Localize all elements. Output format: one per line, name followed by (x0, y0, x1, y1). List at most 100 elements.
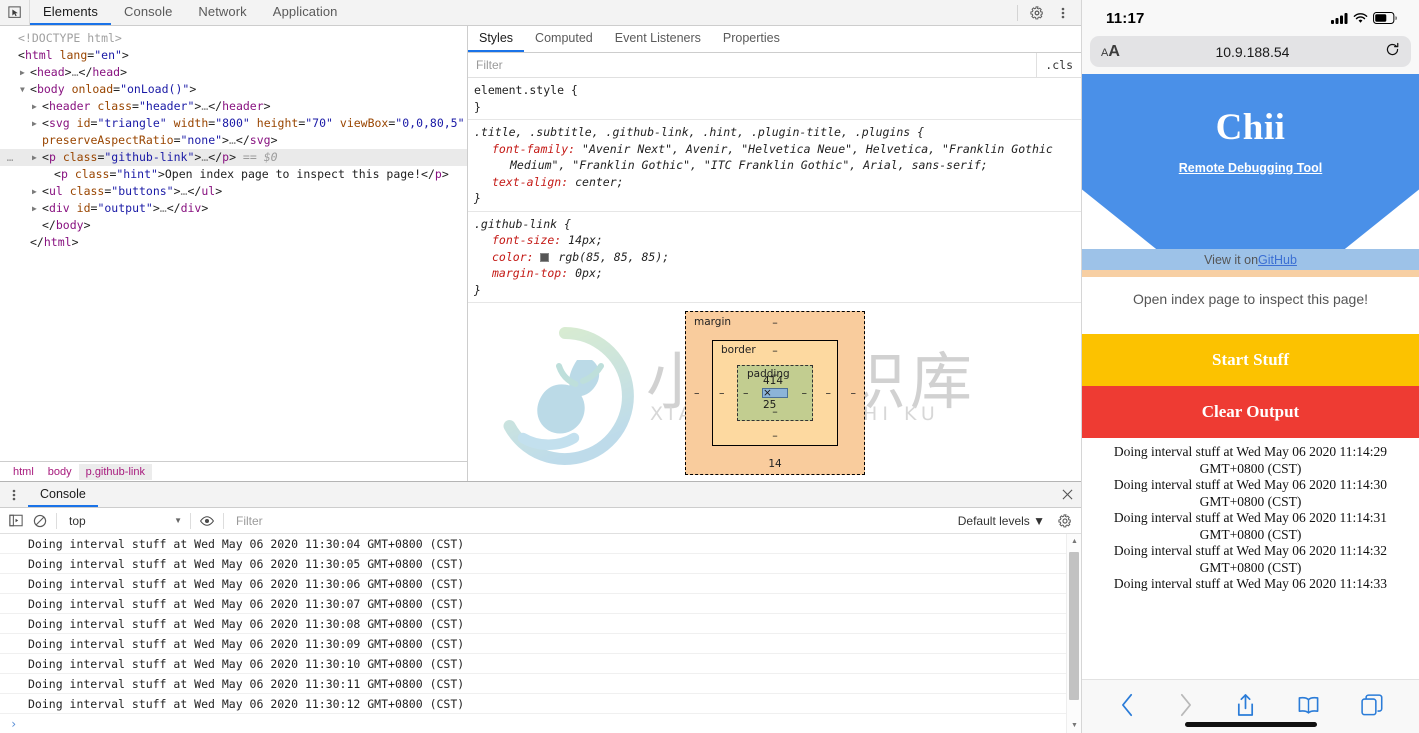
border-right-value[interactable]: – (826, 387, 832, 400)
dom-tree[interactable]: <!DOCTYPE html><html lang="en"><head>…</… (0, 26, 467, 461)
css-property-value[interactable]: rgb(85, 85, 85); (551, 250, 669, 264)
dom-node-badge[interactable]: … (2, 149, 18, 166)
box-model-content[interactable]: 414 × 25 (762, 375, 788, 411)
cls-button[interactable]: .cls (1036, 53, 1081, 77)
breadcrumb-item[interactable]: p.github-link (78, 463, 152, 480)
disclosure-triangle-icon[interactable] (20, 81, 30, 98)
css-property-name[interactable]: font-size: (492, 233, 561, 247)
console-prompt[interactable]: › (0, 714, 1081, 733)
phone-urlbar[interactable]: AA 10.9.188.54 (1090, 36, 1411, 67)
color-swatch-icon[interactable] (540, 252, 550, 262)
hero-subtitle-link[interactable]: Remote Debugging Tool (1179, 161, 1323, 175)
css-declaration[interactable]: margin-top: 0px; (474, 265, 1073, 282)
dom-node[interactable]: <html lang="en"> (0, 47, 467, 64)
disclosure-triangle-icon[interactable] (32, 200, 42, 217)
css-property-name[interactable]: color: (492, 250, 534, 264)
console-settings-gear-icon[interactable] (1053, 510, 1077, 532)
github-link[interactable]: GitHub (1258, 253, 1297, 267)
console-filter-input[interactable] (228, 513, 950, 528)
box-model-margin[interactable]: margin – – – 14 border – – – – padding –… (685, 311, 865, 475)
css-declaration[interactable]: color: rgb(85, 85, 85); (474, 249, 1073, 266)
scroll-down-icon[interactable]: ▼ (1067, 718, 1081, 733)
css-rule[interactable]: .github-link {font-size: 14px; color: rgb… (468, 212, 1081, 303)
disclosure-triangle-icon[interactable] (32, 183, 42, 200)
css-declaration[interactable]: font-size: 14px; (474, 232, 1073, 249)
dom-node[interactable]: <svg id="triangle" width="800" height="7… (0, 115, 467, 132)
url-text[interactable]: 10.9.188.54 (1120, 44, 1385, 60)
css-declaration[interactable]: font-family: "Avenir Next", Avenir, "Hel… (474, 141, 1073, 158)
margin-top-value[interactable]: – (772, 316, 778, 329)
scroll-up-icon[interactable]: ▲ (1067, 534, 1081, 549)
text-size-button[interactable]: AA (1101, 43, 1120, 61)
tab-styles[interactable]: Styles (468, 26, 525, 52)
breadcrumb-item[interactable]: html (6, 464, 41, 480)
box-model-padding[interactable]: padding – – – – 414 × 25 (737, 365, 813, 421)
dom-node[interactable]: preserveAspectRatio="none">…</svg> (0, 132, 467, 149)
tab-properties[interactable]: Properties (712, 26, 791, 52)
github-link-row[interactable]: View it on GitHub (1082, 249, 1419, 270)
dom-node[interactable]: <body onload="onLoad()"> (0, 81, 467, 98)
tab-network[interactable]: Network (185, 0, 259, 25)
disclosure-triangle-icon[interactable] (20, 64, 30, 81)
css-property-value[interactable]: 0px; (568, 266, 603, 280)
margin-left-value[interactable]: – (694, 387, 700, 400)
dom-node[interactable]: </html> (0, 234, 467, 251)
scrollbar-thumb[interactable] (1069, 552, 1079, 700)
reload-icon[interactable] (1385, 42, 1400, 62)
border-bottom-value[interactable]: – (772, 429, 778, 442)
dom-node[interactable]: <ul class="buttons">…</ul> (0, 183, 467, 200)
tab-computed[interactable]: Computed (524, 26, 604, 52)
dom-node[interactable]: …<p class="github-link">…</p> == $0 (0, 149, 467, 166)
dom-node[interactable]: <div id="output">…</div> (0, 200, 467, 217)
styles-filter-input[interactable] (468, 58, 1037, 72)
tab-application[interactable]: Application (260, 0, 351, 25)
dom-node[interactable]: <header class="header">…</header> (0, 98, 467, 115)
drawer-kebab-menu-icon[interactable] (0, 482, 28, 507)
margin-right-value[interactable]: – (851, 387, 857, 400)
tab-event-listeners[interactable]: Event Listeners (604, 26, 712, 52)
css-property-name[interactable]: text-align: (492, 175, 568, 189)
show-console-sidebar-icon[interactable] (4, 510, 28, 532)
tab-console[interactable]: Console (111, 0, 185, 25)
start-stuff-button[interactable]: Start Stuff (1082, 334, 1419, 386)
padding-right-value[interactable]: – (802, 387, 808, 400)
css-selector[interactable]: .github-link { (474, 216, 1073, 233)
breadcrumb-item[interactable]: body (41, 464, 79, 480)
dom-node[interactable]: <!DOCTYPE html> (0, 30, 467, 47)
css-declaration[interactable]: text-align: center; (474, 174, 1073, 191)
css-rule[interactable]: element.style {} (468, 78, 1081, 120)
clear-console-icon[interactable] (28, 510, 52, 532)
bookmarks-icon[interactable] (1297, 695, 1320, 718)
kebab-menu-icon[interactable] (1051, 2, 1075, 24)
css-selector[interactable]: element.style { (474, 82, 1073, 99)
box-model-border[interactable]: border – – – – padding – – – – 414 × 25 (712, 340, 838, 446)
console-context-select[interactable]: top ▼ (61, 511, 186, 531)
console-scrollbar[interactable]: ▲ ▼ (1066, 534, 1081, 733)
dom-node[interactable]: <head>…</head> (0, 64, 467, 81)
disclosure-triangle-icon[interactable] (32, 98, 42, 115)
tab-elements[interactable]: Elements (30, 0, 111, 25)
css-property-name[interactable]: font-family: (492, 142, 575, 156)
back-arrow-icon[interactable] (1119, 693, 1136, 720)
live-expression-icon[interactable] (195, 510, 219, 532)
share-icon[interactable] (1235, 693, 1256, 721)
margin-bottom-value[interactable]: 14 (686, 458, 864, 470)
gear-icon[interactable] (1025, 2, 1049, 24)
dom-node[interactable]: </body> (0, 217, 467, 234)
css-rule[interactable]: .title, .subtitle, .github-link, .hint, … (468, 120, 1081, 212)
tabs-icon[interactable] (1360, 694, 1383, 719)
clear-output-button[interactable]: Clear Output (1082, 386, 1419, 438)
css-selector[interactable]: .title, .subtitle, .github-link, .hint, … (474, 124, 1073, 141)
padding-left-value[interactable]: – (743, 387, 749, 400)
disclosure-triangle-icon[interactable] (32, 115, 42, 132)
dom-node[interactable]: <p class="hint">Open index page to inspe… (0, 166, 467, 183)
border-left-value[interactable]: – (719, 387, 725, 400)
css-property-value[interactable]: "Avenir Next", Avenir, "Helvetica Neue",… (575, 142, 1053, 156)
close-icon[interactable] (1053, 482, 1081, 507)
tab-console[interactable]: Console (28, 482, 98, 507)
border-top-value[interactable]: – (772, 344, 778, 357)
css-property-value[interactable]: 14px; (561, 233, 603, 247)
css-property-value[interactable]: center; (568, 175, 623, 189)
console-levels-select[interactable]: Default levels ▼ (950, 514, 1053, 528)
inspect-element-icon[interactable] (0, 0, 30, 25)
